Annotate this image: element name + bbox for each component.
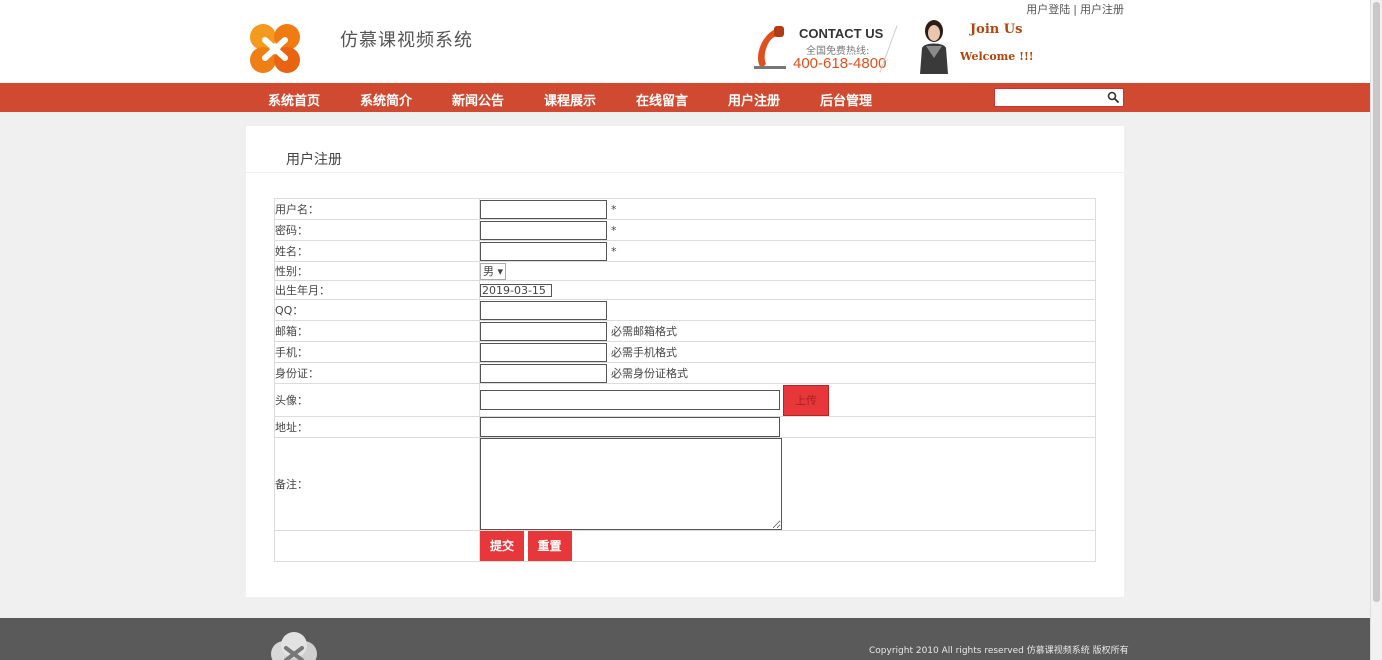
username-required: *	[611, 202, 617, 216]
nav-item-register[interactable]: 用户注册	[728, 90, 780, 109]
name-label: 姓名：	[274, 240, 480, 262]
avatar-label: 头像：	[274, 383, 480, 417]
form-row-password: 密码： *	[274, 219, 1096, 241]
qq-input[interactable]	[480, 300, 607, 320]
form-row-avatar: 头像： 上传	[274, 383, 1096, 417]
scrollbar-thumb[interactable]	[1373, 2, 1380, 602]
title-divider	[246, 172, 1124, 173]
register-link[interactable]: 用户注册	[1080, 3, 1124, 16]
reset-button[interactable]: 重置	[527, 531, 572, 561]
site-name: 仿慕课视频系统	[340, 30, 473, 51]
birth-label: 出生年月：	[274, 280, 480, 300]
nav-item-messages[interactable]: 在线留言	[636, 90, 688, 109]
upload-button[interactable]: 上传	[783, 384, 829, 416]
form-row-notes: 备注：	[274, 437, 1096, 531]
mobile-hint: 必需手机格式	[611, 346, 677, 359]
form-row-mobile: 手机： 必需手机格式	[274, 341, 1096, 363]
search-box	[994, 88, 1124, 107]
form-row-username: 用户名： *	[274, 198, 1096, 220]
actions-spacer	[274, 530, 480, 562]
idcard-label: 身份证：	[274, 362, 480, 384]
avatar-input[interactable]	[480, 390, 780, 410]
notes-label: 备注：	[274, 437, 480, 531]
password-label: 密码：	[274, 219, 480, 241]
register-form: 用户名： * 密码： * 姓名： * 性别： 男 ▾ 出生年月： 2019-03…	[274, 198, 1096, 562]
form-row-gender: 性别： 男 ▾	[274, 261, 1096, 281]
nav-item-news[interactable]: 新闻公告	[452, 90, 504, 109]
password-required: *	[611, 223, 617, 237]
page-title: 用户注册	[286, 152, 342, 168]
address-label: 地址：	[274, 416, 480, 438]
form-row-name: 姓名： *	[274, 240, 1096, 262]
search-input[interactable]	[995, 89, 1105, 106]
notes-textarea[interactable]	[480, 438, 782, 530]
login-link[interactable]: 用户登陆	[1026, 3, 1070, 16]
site-header: 用户登陆 | 用户注册 仿慕课视频系统 CONTACT US 全国免费热线: 400…	[0, 0, 1370, 83]
mobile-input[interactable]	[480, 342, 607, 362]
top-links: 用户登陆 | 用户注册	[1026, 1, 1124, 17]
main-nav: 系统首页 系统简介 新闻公告 课程展示 在线留言 用户注册 后台管理	[0, 83, 1370, 112]
contact-title: CONTACT US	[799, 26, 884, 41]
submit-button[interactable]: 提交	[480, 531, 524, 561]
form-row-idcard: 身份证： 必需身份证格式	[274, 362, 1096, 384]
form-row-birth: 出生年月： 2019-03-15	[274, 280, 1096, 300]
mobile-label: 手机：	[274, 341, 480, 363]
qq-label: QQ：	[274, 299, 480, 321]
idcard-input[interactable]	[480, 363, 607, 383]
gender-select[interactable]: 男 ▾	[480, 262, 507, 280]
link-separator: |	[1073, 3, 1077, 16]
footer-logo-icon	[271, 632, 317, 660]
welcome-text: Welcome !!!	[960, 50, 1034, 63]
nav-item-home[interactable]: 系统首页	[268, 90, 320, 109]
form-row-qq: QQ：	[274, 299, 1096, 321]
copyright-text: Copyright 2010 All rights reserved 仿慕课视频…	[869, 646, 1129, 656]
nav-item-admin[interactable]: 后台管理	[820, 90, 872, 109]
nav-item-courses[interactable]: 课程展示	[544, 90, 596, 109]
woman-avatar-icon	[920, 20, 948, 74]
name-input[interactable]	[480, 241, 607, 261]
email-label: 邮箱：	[274, 320, 480, 342]
gender-label: 性别：	[274, 261, 480, 281]
contact-phone: 400-618-4800	[793, 55, 887, 72]
site-logo-icon[interactable]	[247, 20, 303, 76]
birth-date-input[interactable]: 2019-03-15	[480, 283, 552, 297]
register-panel: 用户注册 用户名： * 密码： * 姓名： * 性别： 男 ▾ 出生年月： 20…	[246, 126, 1124, 597]
form-row-email: 邮箱： 必需邮箱格式	[274, 320, 1096, 342]
email-input[interactable]	[480, 321, 607, 341]
phone-icon	[754, 26, 786, 69]
site-footer: Copyright 2010 All rights reserved 仿慕课视频…	[0, 618, 1370, 660]
form-row-address: 地址：	[274, 416, 1096, 438]
address-input[interactable]	[480, 417, 780, 437]
nav-item-intro[interactable]: 系统简介	[360, 90, 412, 109]
join-us-text: Join Us	[970, 22, 1023, 37]
password-input[interactable]	[480, 220, 607, 240]
username-label: 用户名：	[274, 198, 480, 220]
search-icon[interactable]	[1107, 91, 1119, 103]
email-hint: 必需邮箱格式	[611, 325, 677, 338]
vertical-scrollbar[interactable]	[1370, 0, 1382, 660]
name-required: *	[611, 244, 617, 258]
idcard-hint: 必需身份证格式	[611, 367, 688, 380]
form-row-actions: 提交 重置	[274, 530, 1096, 562]
username-input[interactable]	[480, 199, 607, 219]
